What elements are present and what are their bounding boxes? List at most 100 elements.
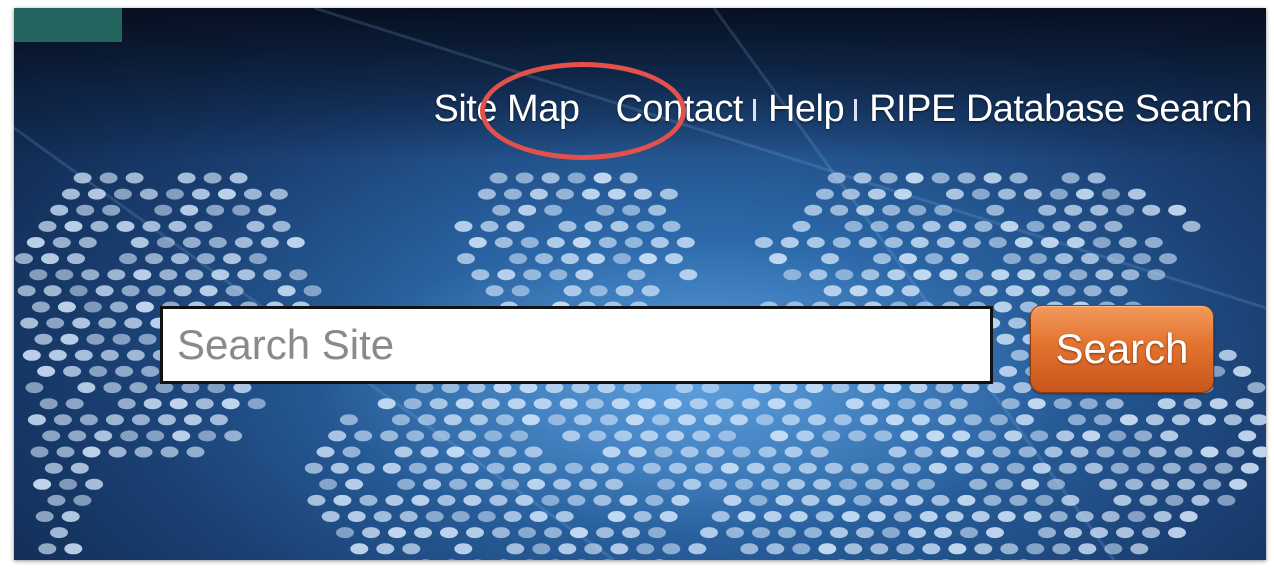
map-dot bbox=[974, 543, 993, 555]
map-dot bbox=[579, 478, 598, 490]
map-dot bbox=[896, 543, 915, 555]
map-dot bbox=[546, 237, 565, 248]
map-dot bbox=[1101, 511, 1120, 522]
nav-link-help[interactable]: Help bbox=[768, 88, 845, 131]
map-dot bbox=[1142, 204, 1161, 216]
map-dot bbox=[119, 253, 137, 265]
map-dot bbox=[899, 253, 917, 265]
map-dot bbox=[922, 220, 941, 232]
map-dot bbox=[755, 414, 774, 426]
map-dot bbox=[1082, 430, 1101, 442]
map-dot bbox=[616, 462, 635, 474]
map-dot bbox=[195, 398, 214, 410]
map-dot bbox=[1090, 527, 1108, 539]
map-dot bbox=[1200, 446, 1219, 458]
map-dot bbox=[1029, 253, 1047, 265]
map-dot bbox=[117, 398, 136, 410]
map-dot bbox=[139, 188, 158, 200]
map-dot bbox=[63, 365, 82, 377]
map-dot bbox=[850, 462, 869, 474]
map-dot bbox=[613, 253, 631, 265]
map-dot bbox=[277, 285, 296, 297]
map-dot bbox=[34, 333, 53, 345]
map-dot bbox=[798, 462, 817, 474]
map-dot bbox=[1157, 398, 1176, 410]
map-dot bbox=[787, 478, 806, 490]
map-dot bbox=[1174, 446, 1193, 458]
map-dot bbox=[471, 269, 490, 281]
map-dot bbox=[602, 446, 621, 458]
map-dot bbox=[934, 527, 952, 539]
map-dot bbox=[65, 398, 84, 410]
map-dot bbox=[1019, 559, 1028, 560]
map-dot bbox=[789, 511, 808, 522]
map-dot bbox=[822, 430, 841, 442]
map-dot bbox=[706, 446, 725, 458]
map-dot bbox=[116, 220, 135, 232]
map-dot bbox=[1136, 462, 1155, 474]
map-dot bbox=[518, 527, 536, 539]
map-dot bbox=[421, 559, 430, 560]
map-dot bbox=[945, 511, 964, 522]
map-dot bbox=[303, 285, 322, 297]
map-dot bbox=[1119, 414, 1138, 426]
map-dot bbox=[131, 414, 150, 426]
map-dot bbox=[1053, 398, 1072, 410]
map-dot bbox=[726, 527, 744, 539]
map-dot bbox=[177, 172, 196, 184]
map-dot bbox=[1044, 446, 1063, 458]
map-dot bbox=[1099, 478, 1118, 490]
map-dot bbox=[1055, 253, 1073, 265]
map-dot bbox=[72, 317, 91, 329]
search-button[interactable]: Search bbox=[1030, 305, 1214, 393]
map-dot bbox=[524, 446, 543, 458]
map-dot bbox=[304, 462, 323, 474]
map-dot bbox=[558, 220, 577, 232]
map-dot bbox=[113, 188, 132, 200]
map-dot bbox=[1032, 462, 1051, 474]
map-dot bbox=[1043, 269, 1062, 281]
map-dot bbox=[588, 430, 607, 442]
map-dot bbox=[525, 559, 534, 560]
map-dot bbox=[622, 204, 641, 216]
map-dot bbox=[1092, 237, 1111, 248]
map-dot bbox=[411, 494, 430, 506]
map-dot bbox=[657, 478, 676, 490]
map-dot bbox=[434, 462, 453, 474]
nav-link-site-map[interactable]: Site Map bbox=[434, 88, 580, 131]
map-dot bbox=[830, 527, 848, 539]
map-dot bbox=[38, 220, 57, 232]
map-dot bbox=[610, 220, 629, 232]
map-dot bbox=[81, 269, 100, 281]
map-dot bbox=[1134, 430, 1153, 442]
map-dot bbox=[807, 414, 826, 426]
map-dot bbox=[1145, 414, 1164, 426]
map-dot bbox=[1109, 285, 1128, 297]
map-dot bbox=[917, 478, 936, 490]
map-dot bbox=[549, 269, 568, 281]
map-dot bbox=[457, 253, 475, 265]
map-dot bbox=[50, 527, 68, 539]
map-dot bbox=[983, 172, 1002, 184]
map-dot bbox=[50, 204, 69, 216]
map-dot bbox=[882, 204, 901, 216]
search-input[interactable] bbox=[160, 306, 993, 384]
map-dot bbox=[447, 559, 456, 560]
map-dot bbox=[692, 430, 711, 442]
map-dot bbox=[527, 478, 546, 490]
map-dot bbox=[432, 430, 451, 442]
nav-link-ripe-database-search[interactable]: RIPE Database Search bbox=[869, 88, 1252, 131]
map-dot bbox=[533, 398, 552, 410]
map-dot bbox=[1153, 511, 1172, 522]
nav-link-contact[interactable]: Contact bbox=[615, 88, 743, 131]
map-dot bbox=[391, 414, 410, 426]
map-dot bbox=[957, 494, 976, 506]
map-dot bbox=[833, 414, 852, 426]
map-dot bbox=[350, 543, 369, 555]
map-dot bbox=[954, 462, 973, 474]
map-dot bbox=[86, 333, 105, 345]
map-dot bbox=[934, 204, 953, 216]
map-dot bbox=[473, 559, 482, 560]
map-dot bbox=[529, 511, 548, 522]
map-dot bbox=[112, 333, 131, 345]
